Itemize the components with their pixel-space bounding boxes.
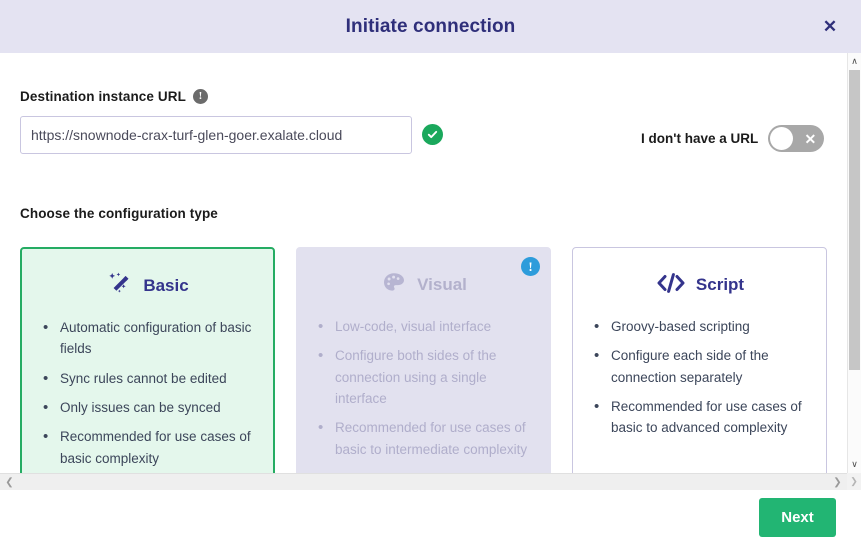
toggle-knob xyxy=(770,127,794,150)
list-item: Groovy-based scripting xyxy=(591,315,812,339)
no-url-label: I don't have a URL xyxy=(641,131,759,146)
config-card-basic-title: Basic xyxy=(143,276,189,295)
list-item: Low-code, visual interface xyxy=(315,315,536,339)
config-card-basic-bullets: Automatic configuration of basic fields … xyxy=(36,316,259,469)
vertical-scrollbar[interactable]: ∧ ∨ xyxy=(847,53,861,473)
config-card-basic[interactable]: Basic Automatic configuration of basic f… xyxy=(20,247,275,473)
list-item: Only issues can be synced xyxy=(40,396,259,420)
config-card-basic-head: Basic xyxy=(36,271,259,301)
config-card-script-title: Script xyxy=(695,275,745,294)
visual-info-badge-icon[interactable]: ! xyxy=(521,257,540,276)
configuration-type-cards: Basic Automatic configuration of basic f… xyxy=(20,247,827,473)
initiate-connection-modal: Initiate connection ✕ Destination instan… xyxy=(0,0,861,545)
code-brackets-icon xyxy=(655,270,687,301)
page-title: Initiate connection xyxy=(345,15,516,37)
scroll-left-icon[interactable]: ❮ xyxy=(2,474,17,490)
list-item: Configure each side of the connection se… xyxy=(591,344,812,388)
config-card-visual[interactable]: ! Visual • Low-code, visual interface • … xyxy=(296,247,551,473)
destination-url-input[interactable] xyxy=(20,116,412,154)
next-button[interactable]: Next xyxy=(759,498,836,537)
destination-url-label-row: Destination instance URL ! xyxy=(20,89,208,104)
modal-body-scroll-area: Destination instance URL ! I don't have … xyxy=(0,53,847,473)
vertical-scrollbar-thumb[interactable] xyxy=(849,70,860,370)
info-icon[interactable]: ! xyxy=(192,89,208,104)
scroll-up-icon[interactable]: ∧ xyxy=(848,54,861,69)
list-item: Recommended for use cases of basic to in… xyxy=(315,416,536,460)
configuration-type-heading: Choose the configuration type xyxy=(20,206,218,221)
list-item: Recommended for use cases of basic compl… xyxy=(40,425,259,469)
list-item: Configure both sides of the connection u… xyxy=(315,344,536,409)
list-item: Sync rules cannot be edited xyxy=(40,367,259,391)
list-item: Automatic configuration of basic fields xyxy=(40,316,259,360)
horizontal-scrollbar[interactable]: ❮ ❯ xyxy=(0,473,847,490)
list-item: Recommended for use cases of basic to ad… xyxy=(591,395,812,439)
scroll-down-icon[interactable]: ∨ xyxy=(848,457,861,472)
modal-footer: Next xyxy=(0,490,861,545)
scroll-right-icon[interactable]: ❯ xyxy=(830,474,845,490)
config-card-script[interactable]: Script Groovy-based scripting Configure … xyxy=(572,247,827,473)
no-url-toggle[interactable]: ✕ xyxy=(768,125,825,152)
modal-header: Initiate connection ✕ xyxy=(0,0,861,53)
config-card-visual-title: Visual xyxy=(417,275,467,294)
toggle-off-icon: ✕ xyxy=(804,130,817,147)
url-valid-check-icon xyxy=(422,124,443,145)
config-card-script-head: Script xyxy=(587,270,812,300)
config-card-visual-bullets: Low-code, visual interface Configure bot… xyxy=(311,315,536,460)
no-url-toggle-row: I don't have a URL ✕ xyxy=(641,125,825,152)
magic-wand-icon xyxy=(106,270,134,303)
config-card-visual-head: Visual xyxy=(311,270,536,300)
palette-icon xyxy=(380,269,408,302)
config-card-script-bullets: Groovy-based scripting Configure each si… xyxy=(587,315,812,439)
destination-url-label: Destination instance URL xyxy=(20,89,186,104)
scrollbar-corner: ❯ xyxy=(847,473,861,490)
close-icon[interactable]: ✕ xyxy=(817,14,843,40)
